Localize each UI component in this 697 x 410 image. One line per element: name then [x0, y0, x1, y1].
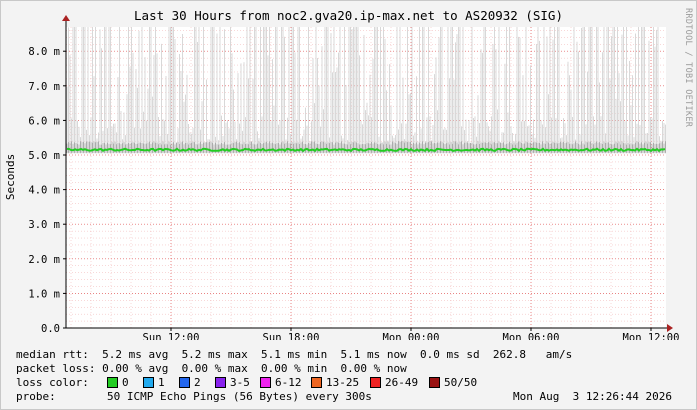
- loss-swatch: [107, 377, 118, 388]
- y-tick-label: 3.0 m: [28, 219, 60, 231]
- loss-swatch: [143, 377, 154, 388]
- loss-swatch: [311, 377, 322, 388]
- x-tick-labels: Sun 12:00 Sun 18:00 Mon 00:00 Mon 06:00 Mon …: [143, 328, 680, 340]
- packet-loss-line: packet loss: 0.00 % avg 0.00 % max 0.00 …: [16, 362, 407, 375]
- x-tick-label: Sun 12:00: [143, 332, 200, 340]
- y-tick-label: 5.0 m: [28, 150, 60, 162]
- y-tick-label: 0.0: [41, 323, 60, 335]
- loss-color-label: loss color:: [16, 376, 89, 389]
- timestamp: Mon Aug 3 12:26:44 2026: [513, 390, 672, 403]
- x-tick-label: Mon 12:00: [623, 332, 680, 340]
- loss-legend-label: 0: [122, 376, 129, 389]
- loss-swatch: [179, 377, 190, 388]
- loss-legend-label: 6-12: [275, 376, 302, 389]
- x-axis-arrow: [667, 324, 673, 332]
- loss-legend-label: 1: [158, 376, 165, 389]
- median-line-group: [66, 147, 666, 153]
- x-tick-label: Mon 00:00: [383, 332, 440, 340]
- median-rtt-line: median rtt: 5.2 ms avg 5.2 ms max 5.1 ms…: [16, 348, 573, 361]
- loss-legend-label: 13-25: [326, 376, 360, 389]
- loss-swatch: [215, 377, 226, 388]
- x-tick-label: Sun 18:00: [263, 332, 320, 340]
- y-tick-label: 2.0 m: [28, 254, 60, 266]
- loss-legend-label: 2: [194, 376, 201, 389]
- probe-label: probe:: [16, 390, 56, 403]
- probe-description: 50 ICMP Echo Pings (56 Bytes) every 300s: [107, 390, 372, 403]
- y-tick-label: 1.0 m: [28, 288, 60, 300]
- loss-swatch: [260, 377, 271, 388]
- loss-legend-label: 3-5: [230, 376, 250, 389]
- median-rtt-line: [66, 147, 666, 153]
- y-axis-arrow: [62, 15, 70, 21]
- y-axis-label: Seconds: [4, 154, 17, 200]
- x-tick-label: Mon 06:00: [503, 332, 560, 340]
- loss-swatch: [429, 377, 440, 388]
- y-tick-labels: 0.0 1.0 m 2.0 m 3.0 m 4.0 m 5.0 m 6.0 m 7.0 m 8.…: [28, 46, 66, 335]
- y-tick-label: 8.0 m: [28, 46, 60, 58]
- y-tick-label: 7.0 m: [28, 81, 60, 93]
- y-tick-label: 4.0 m: [28, 185, 60, 197]
- y-tick-label: 6.0 m: [28, 115, 60, 127]
- loss-legend-label: 26-49: [385, 376, 419, 389]
- loss-swatch: [370, 377, 381, 388]
- loss-legend-label: 50/50: [444, 376, 478, 389]
- latency-chart: 0.0 1.0 m 2.0 m 3.0 m 4.0 m 5.0 m 6.0 m 7.0 m 8.…: [4, 15, 680, 340]
